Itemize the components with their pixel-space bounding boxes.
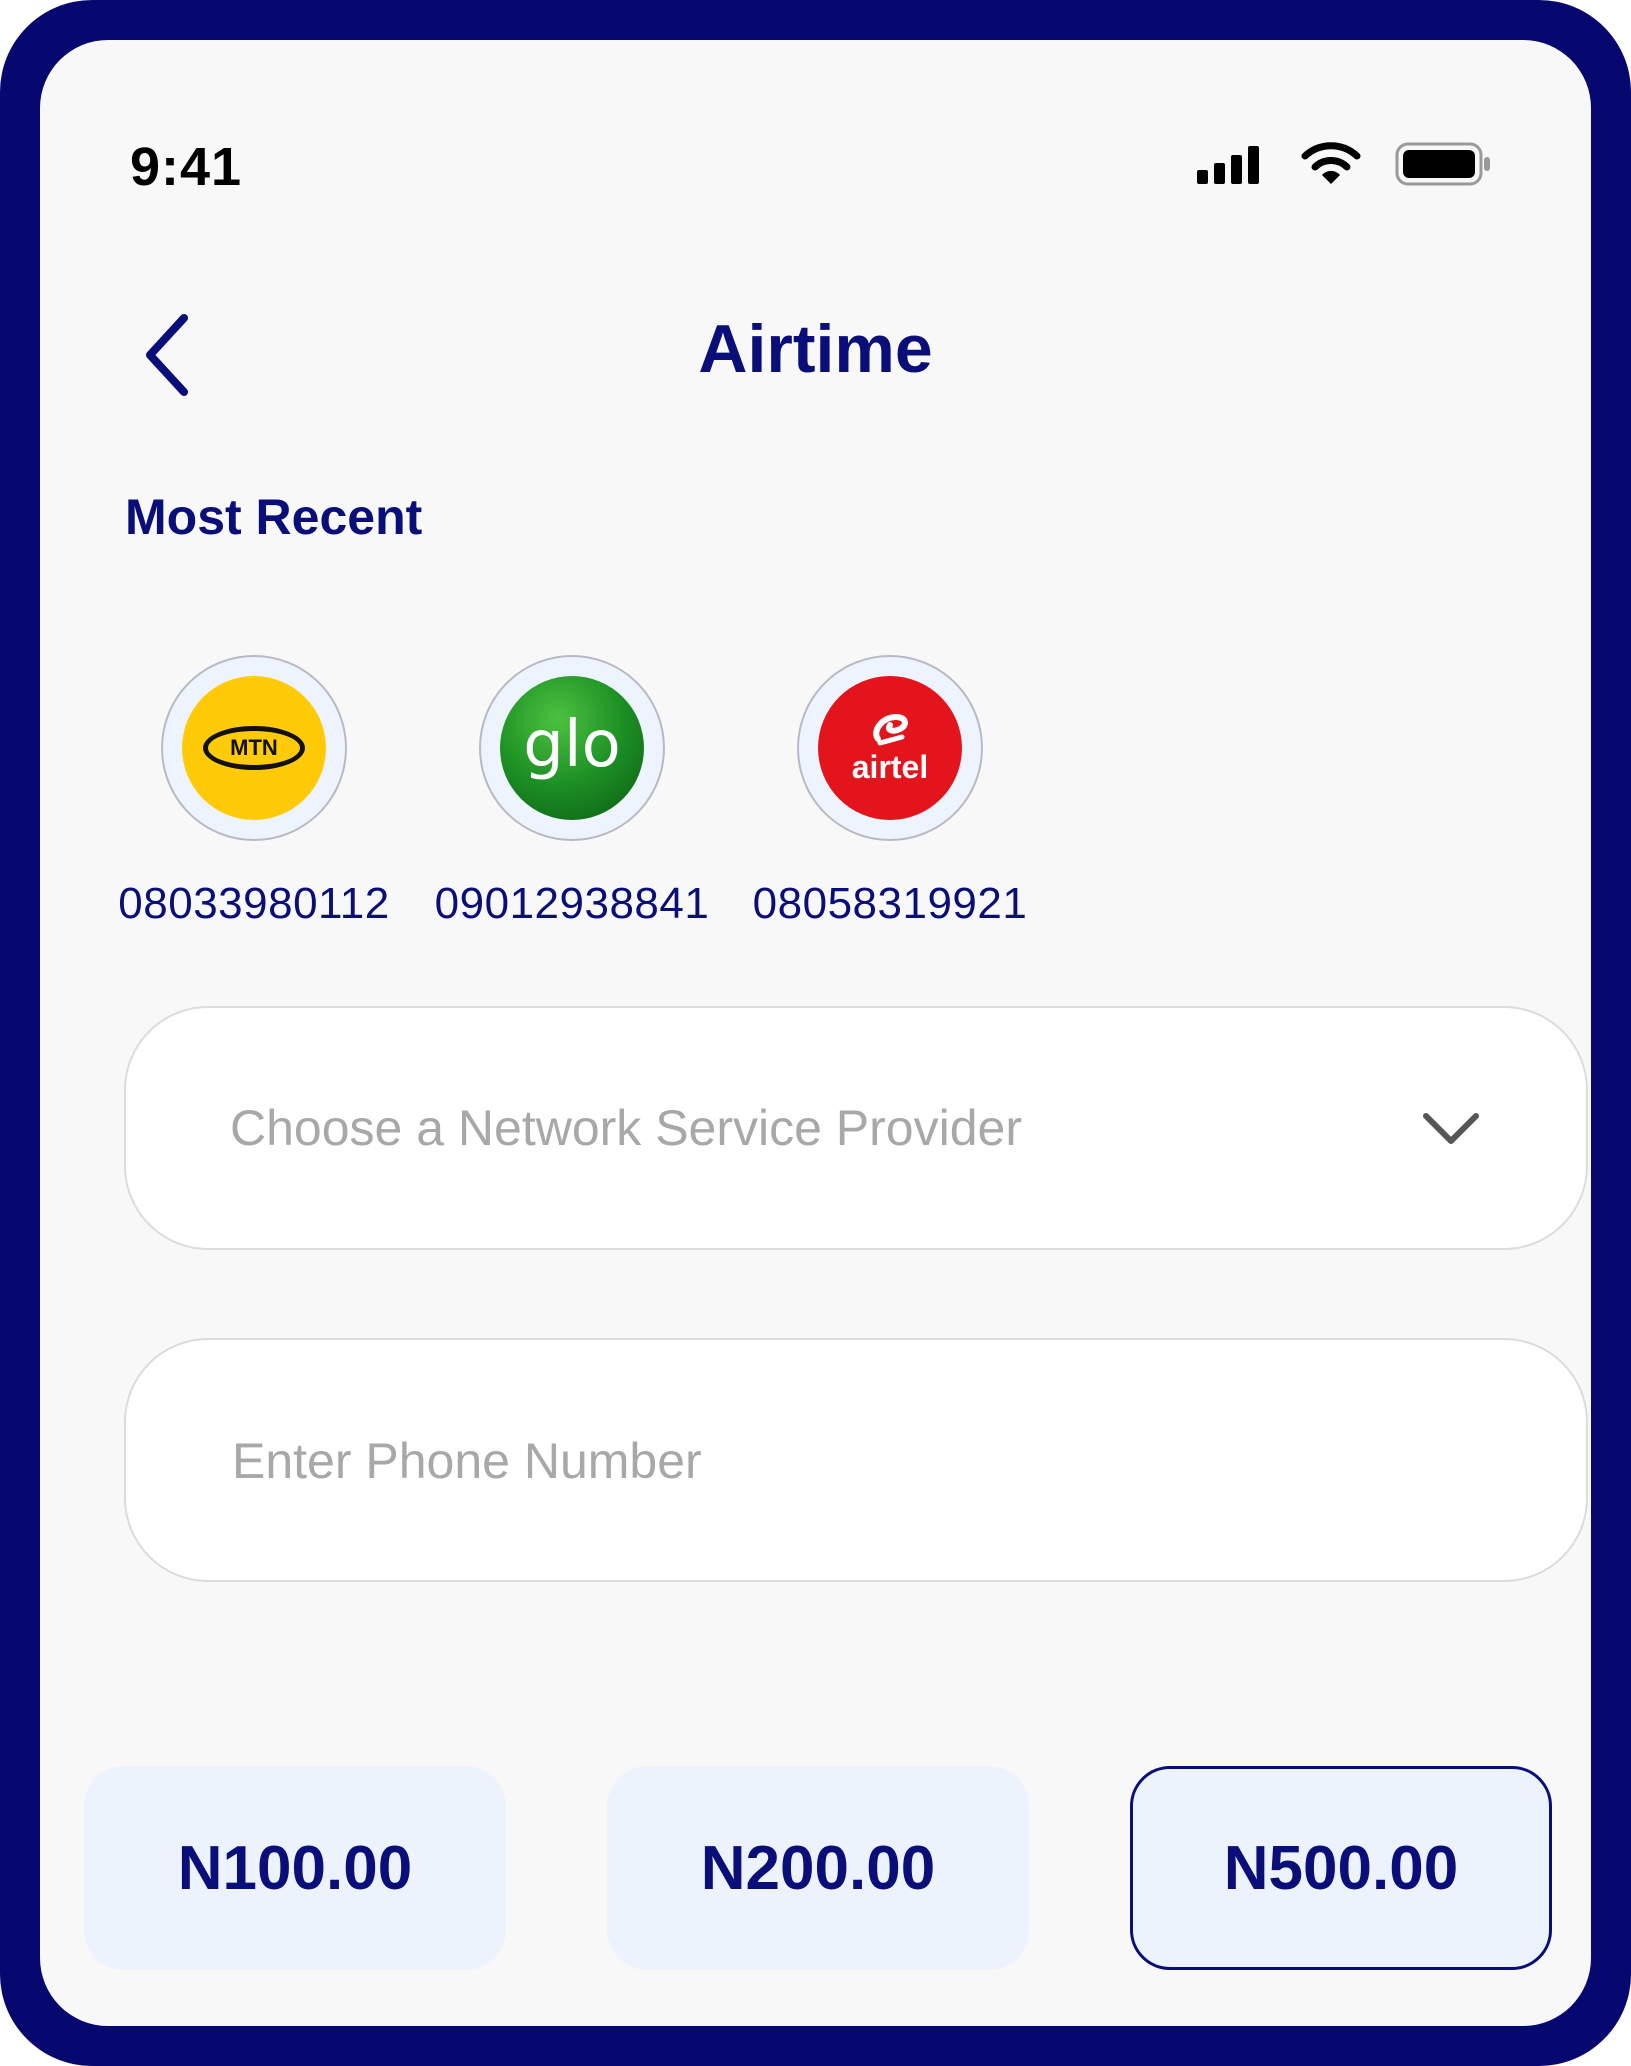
- battery-icon: [1395, 142, 1490, 186]
- mtn-logo: MTN: [182, 676, 326, 820]
- chevron-down-icon: [1423, 1113, 1479, 1144]
- avatar-ring: glo: [479, 655, 665, 841]
- page-title: Airtime: [698, 311, 933, 387]
- status-time: 9:41: [130, 137, 243, 197]
- mtn-logo-text: MTN: [203, 726, 305, 770]
- airtel-logo-text: airtel: [851, 748, 929, 785]
- recent-item-airtel[interactable]: airtel 08058319921: [740, 655, 1040, 929]
- device-frame: 9:41 Airtime Most Recent MTN 08033980112…: [0, 0, 1631, 2066]
- provider-placeholder: Choose a Network Service Provider: [230, 1100, 1022, 1156]
- phone-number-input[interactable]: [230, 1340, 1484, 1582]
- glo-logo-text: glo: [523, 708, 621, 782]
- airtel-logo: airtel: [818, 676, 962, 820]
- amount-chip-500[interactable]: N500.00: [1130, 1766, 1552, 1970]
- recent-item-mtn[interactable]: MTN 08033980112: [104, 655, 404, 929]
- avatar-ring: MTN: [161, 655, 347, 841]
- airtel-swirl-icon: [873, 713, 908, 745]
- recent-number: 08033980112: [118, 879, 390, 928]
- glo-logo: glo: [500, 676, 644, 820]
- amount-chip-100[interactable]: N100.00: [84, 1766, 506, 1970]
- network-provider-select[interactable]: Choose a Network Service Provider: [124, 1006, 1588, 1250]
- recent-number: 08058319921: [752, 879, 1028, 928]
- avatar-ring: airtel: [797, 655, 983, 841]
- app-screen: 9:41 Airtime Most Recent MTN 08033980112…: [40, 40, 1591, 2026]
- amount-chip-200[interactable]: N200.00: [607, 1766, 1029, 1970]
- signal-icon: [1197, 146, 1259, 184]
- recent-number: 09012938841: [434, 879, 710, 928]
- recent-item-glo[interactable]: glo 09012938841: [422, 655, 722, 929]
- phone-number-field[interactable]: [124, 1338, 1588, 1582]
- wifi-icon: [1301, 142, 1361, 184]
- most-recent-title: Most Recent: [125, 489, 423, 545]
